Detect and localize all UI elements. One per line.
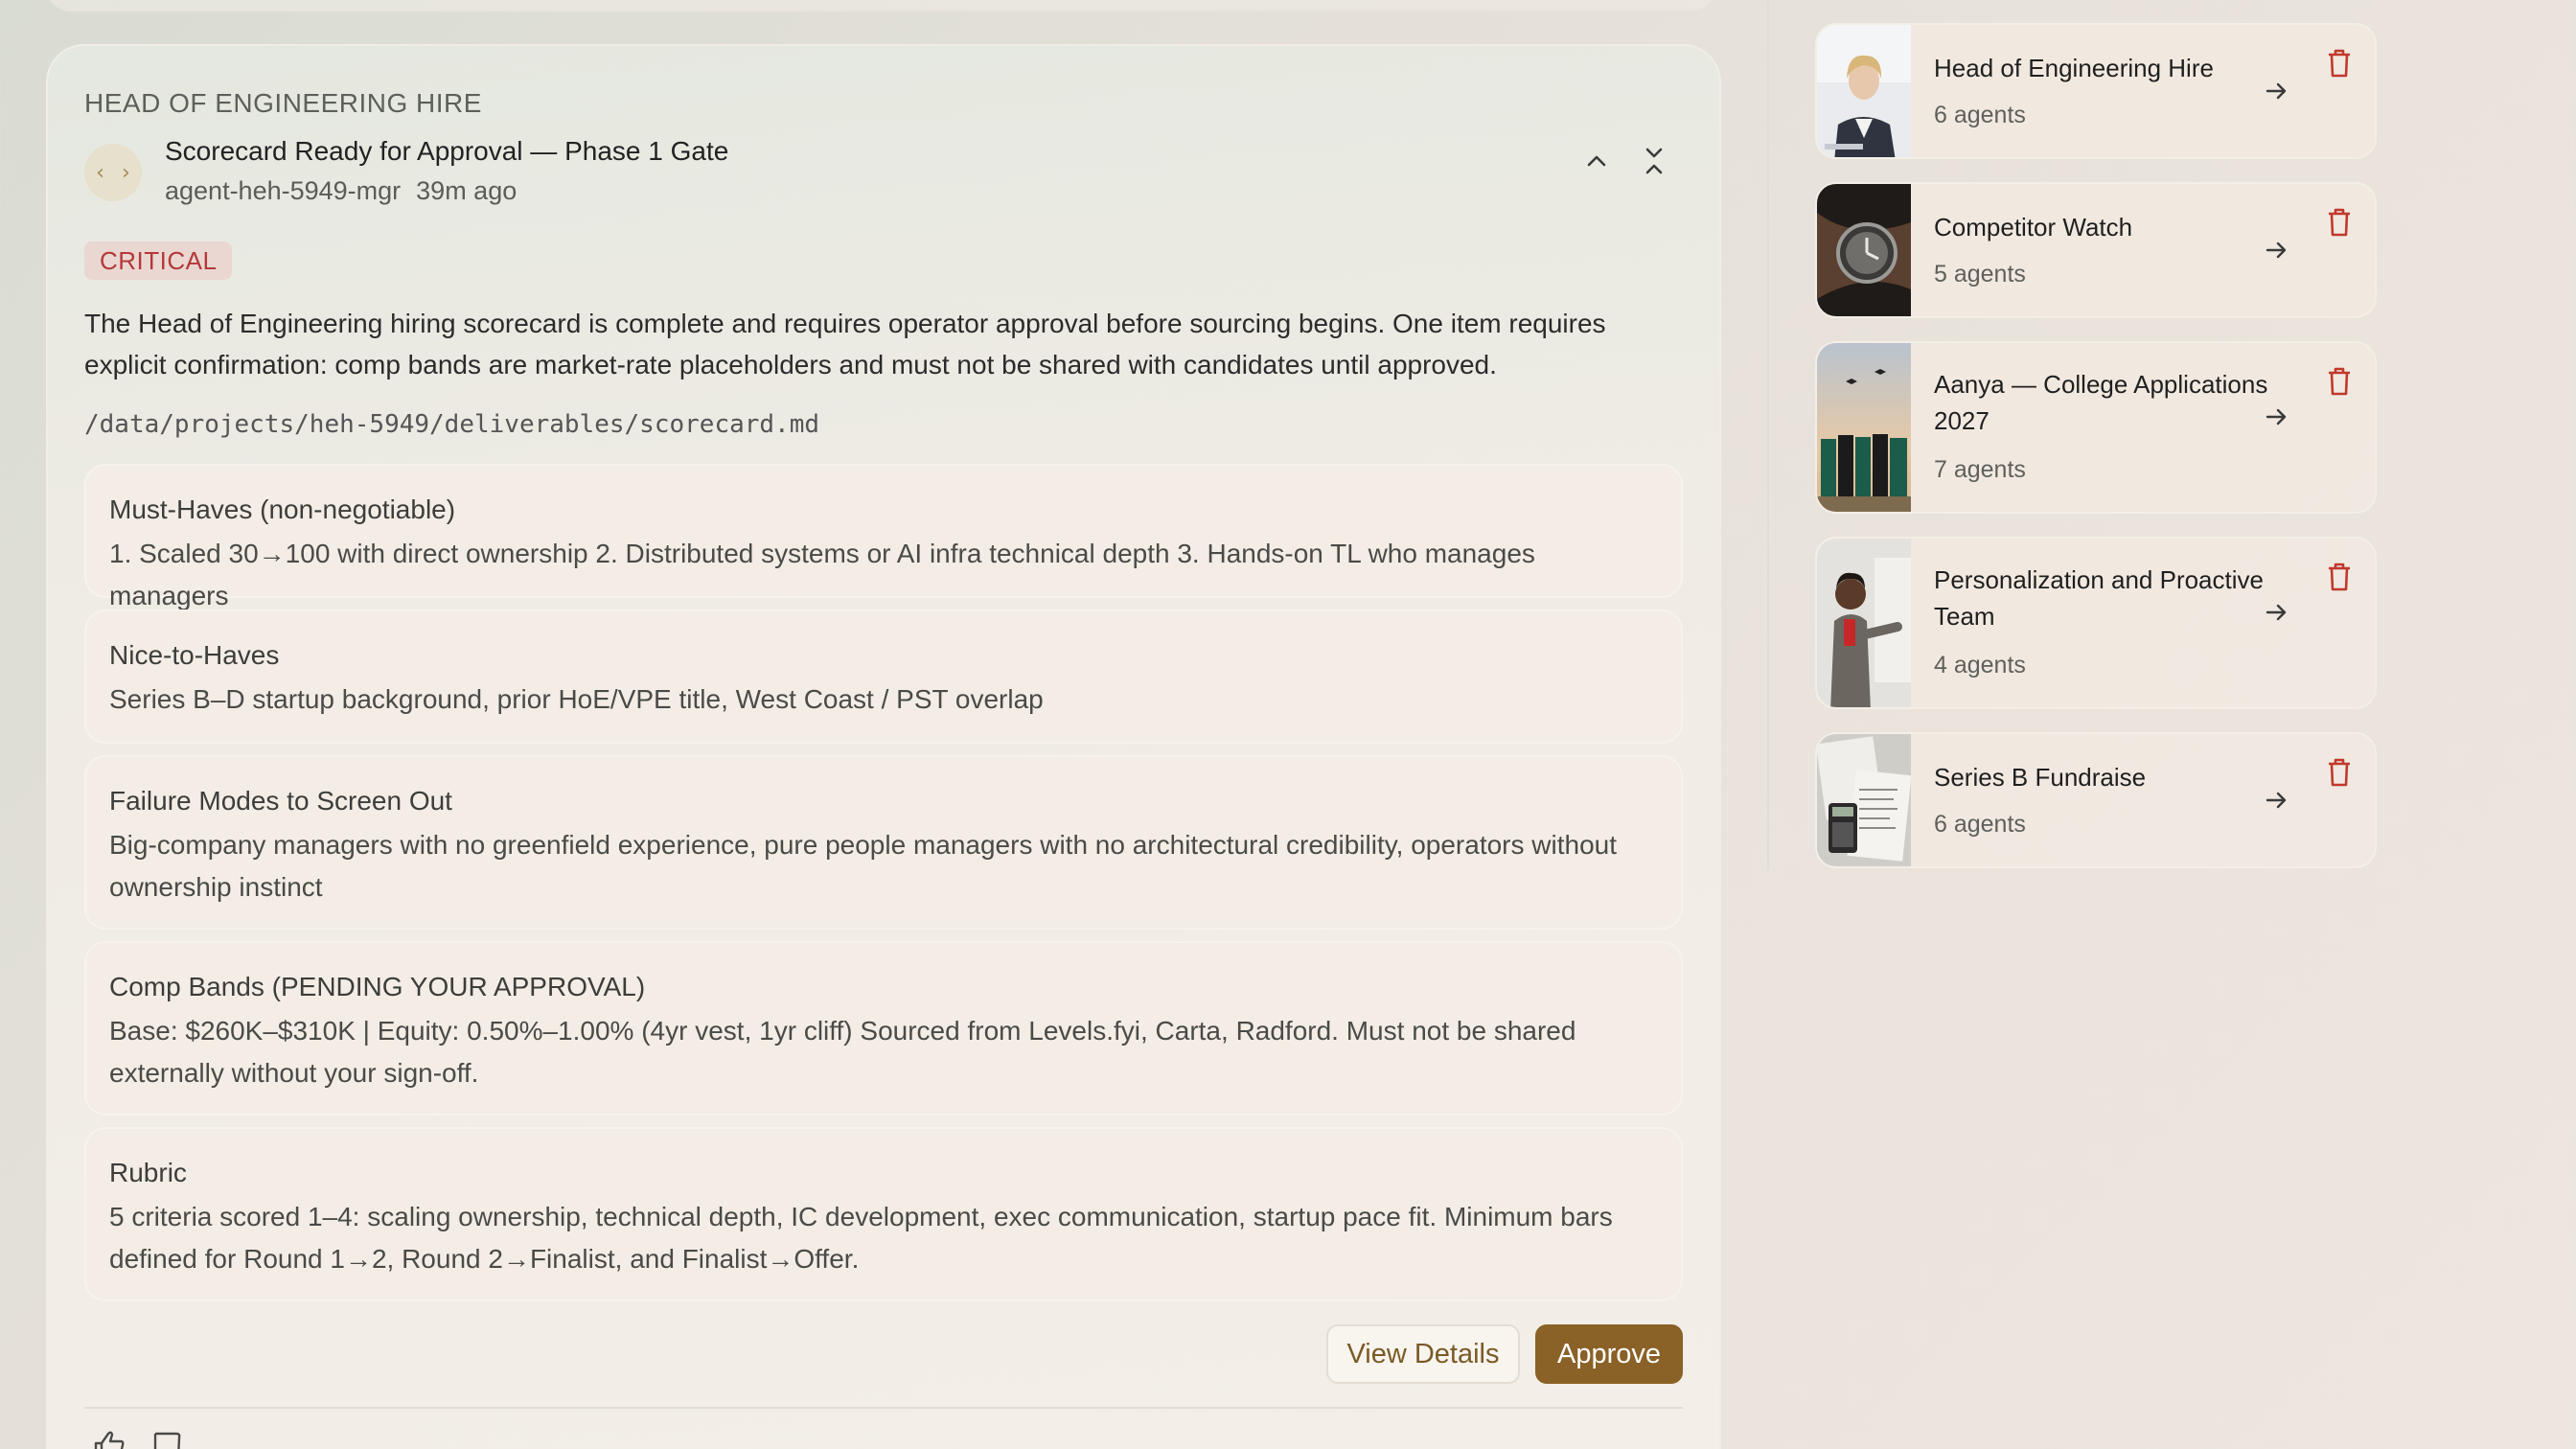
section-comp-bands: Comp Bands (PENDING YOUR APPROVAL) Base:… (84, 941, 1683, 1116)
section-rubric: Rubric 5 criteria scored 1–4: scaling ow… (84, 1127, 1683, 1301)
project-card-head-of-engineering-hire[interactable]: Head of Engineering Hire 6 agents (1815, 23, 2377, 159)
section-title: Nice-to-Haves (109, 640, 280, 670)
agent-count: 5 agents (1934, 261, 2026, 288)
project-name: Series B Fundraise (1934, 763, 2147, 792)
project-label: HEAD OF ENGINEERING HIRE (84, 88, 482, 118)
previous-card-edge (46, 0, 1717, 12)
trash-icon[interactable] (2325, 562, 2354, 592)
project-name: Personalization and Proactive Team (1934, 565, 2264, 631)
project-card-personalization-team[interactable]: Personalization and Proactive Team 4 age… (1815, 537, 2377, 709)
section-title: Must-Haves (non-negotiable) (109, 494, 456, 524)
graduates-thumbnail (1817, 343, 1911, 512)
agent-count: 6 agents (1934, 811, 2026, 838)
message-title: Scorecard Ready for Approval — Phase 1 G… (165, 136, 729, 166)
arrow-right-icon[interactable] (2262, 786, 2290, 815)
chevrons-collapse-icon (1645, 148, 1663, 174)
file-path[interactable]: /data/projects/heh-5949/deliverables/sco… (84, 410, 819, 439)
project-card-aanya-college-applications[interactable]: Aanya — College Applications 2027 7 agen… (1815, 341, 2377, 514)
arrow-right-icon[interactable] (2262, 598, 2290, 627)
trash-icon[interactable] (2325, 207, 2354, 238)
agent-count: 6 agents (1934, 102, 2026, 128)
section-nice-to-haves: Nice-to-Haves Series B–D startup backgro… (84, 610, 1683, 744)
sidebar-divider (1767, 0, 1769, 870)
section-body: Series B–D startup background, prior HoE… (109, 684, 1044, 714)
wristwatch-thumbnail (1817, 184, 1911, 316)
arrow-right-icon[interactable] (2262, 402, 2290, 431)
collapse-button[interactable] (1576, 140, 1618, 182)
approve-button[interactable]: Approve (1535, 1324, 1683, 1384)
trash-icon[interactable] (2325, 366, 2354, 397)
priority-badge: CRITICAL (84, 242, 233, 280)
project-card-competitor-watch[interactable]: Competitor Watch 5 agents (1815, 182, 2377, 318)
section-title: Comp Bands (PENDING YOUR APPROVAL) (109, 972, 646, 1001)
message-summary: The Head of Engineering hiring scorecard… (84, 309, 1606, 380)
presenter-thumbnail (1817, 539, 1911, 707)
project-name: Competitor Watch (1934, 213, 2133, 242)
thumbs-up-icon[interactable] (92, 1430, 130, 1449)
timestamp: 39m ago (416, 176, 518, 205)
project-name: Head of Engineering Hire (1934, 54, 2214, 82)
thumbs-down-icon[interactable] (150, 1430, 188, 1449)
chevron-up-icon (1587, 155, 1606, 167)
agent-count: 7 agents (1934, 456, 2026, 483)
trash-icon[interactable] (2325, 48, 2354, 79)
calculator-documents-thumbnail (1817, 734, 1911, 866)
section-body: Big-company managers with no greenfield … (109, 830, 1617, 902)
section-title: Failure Modes to Screen Out (109, 786, 452, 816)
section-body: 5 criteria scored 1–4: scaling ownership… (109, 1202, 1613, 1274)
section-failure-modes: Failure Modes to Screen Out Big-company … (84, 755, 1683, 930)
project-name: Aanya — College Applications 2027 (1934, 370, 2268, 435)
section-title: Rubric (109, 1158, 187, 1187)
agent-count: 4 agents (1934, 652, 2026, 678)
project-card-series-b-fundraise[interactable]: Series B Fundraise 6 agents (1815, 732, 2377, 868)
view-details-button[interactable]: View Details (1326, 1324, 1520, 1384)
section-must-haves: Must-Haves (non-negotiable) 1. Scaled 30… (84, 464, 1683, 610)
message-meta: agent-heh-5949-mgr 39m ago (165, 176, 517, 206)
divider (84, 1407, 1683, 1409)
section-body: Base: $260K–$310K | Equity: 0.50%–1.00% … (109, 1016, 1576, 1088)
agent-id: agent-heh-5949-mgr (165, 176, 402, 205)
person-portrait-thumbnail (1817, 25, 1911, 157)
code-icon: ‹ › (84, 144, 142, 201)
trash-icon[interactable] (2325, 757, 2354, 788)
arrow-right-icon[interactable] (2262, 77, 2290, 105)
section-body: 1. Scaled 30→100 with direct ownership 2… (109, 539, 1535, 610)
arrow-right-icon[interactable] (2262, 236, 2290, 264)
collapse-all-button[interactable] (1633, 140, 1675, 182)
